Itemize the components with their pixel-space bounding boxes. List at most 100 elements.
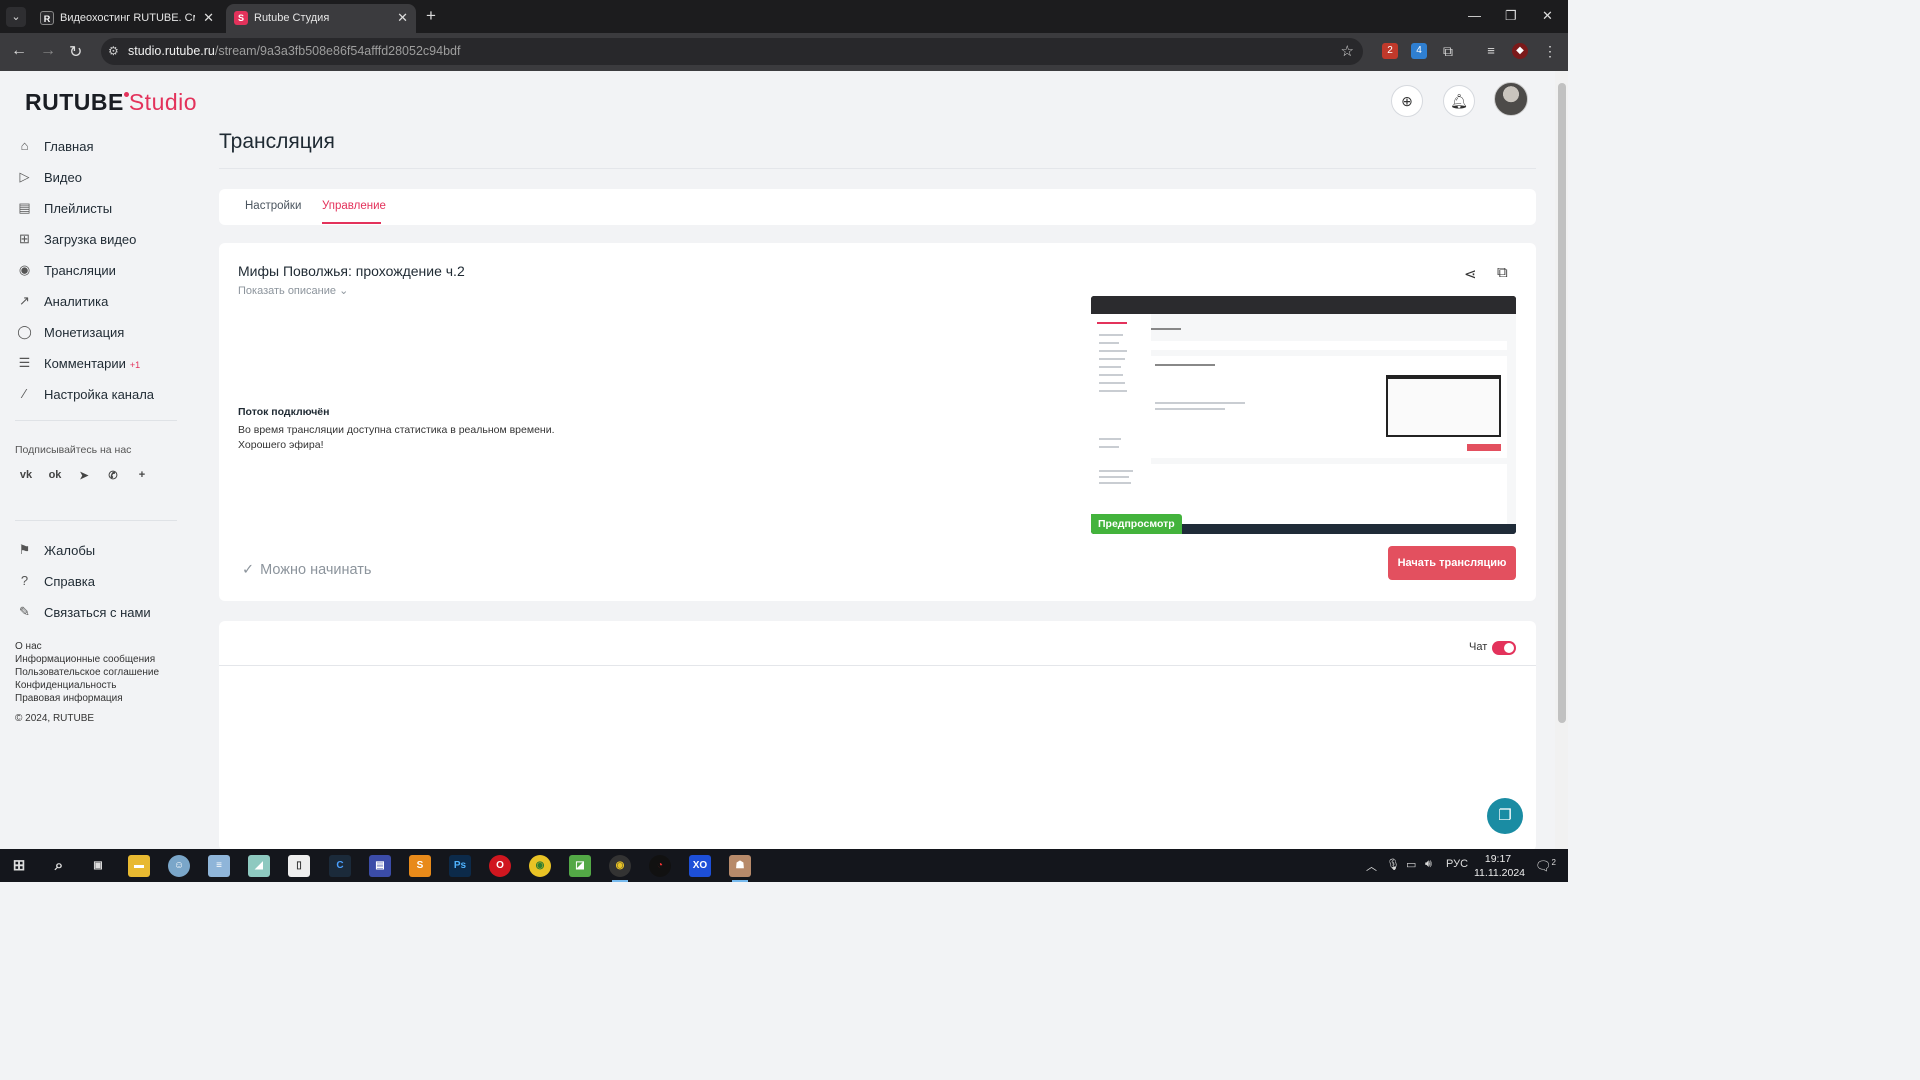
sidebar-item-monetization[interactable]: ◯ Монетизация [16,323,181,343]
obs-icon[interactable]: ◔ [649,855,671,877]
reload-icon[interactable]: ↻ [69,42,82,62]
notification-center-icon[interactable]: 🗨︎2 [1535,858,1556,874]
windows-taskbar: ⊞ ⌕ ▣ ▬ ☺ ≡ ◢ ▯ C ▤ S Ps O ◉ ◪ ◉ ◔ XO ☗ … [0,849,1568,882]
sidebar-item-complaints[interactable]: ⚑ Жалобы [16,541,181,561]
plus-icon[interactable]: + [131,469,153,485]
chat-bubbles-icon: ❐ [1498,807,1512,824]
url-text: studio.rutube.ru/stream/9a3a3fb508e86f54… [128,44,461,58]
browser-toolbar: ← → ↻ ⚙ studio.rutube.ru/stream/9a3a3fb5… [0,33,1568,71]
photoshop-icon[interactable]: Ps [449,855,471,877]
stream-title: Мифы Поволжья: прохождение ч.2 [238,263,465,279]
language-indicator[interactable]: РУС [1446,858,1468,870]
tab-search-button[interactable]: ⌄ [6,7,26,27]
tab-settings[interactable]: Настройки [245,200,301,212]
game-app-icon[interactable]: ☗ [729,855,751,882]
close-tab-icon[interactable]: ✕ [203,10,214,26]
tray-chevron-icon[interactable]: ︿ [1366,858,1377,874]
network-icon[interactable]: ▭ [1406,858,1416,871]
footer-link-info[interactable]: Информационные сообщения [15,654,155,665]
active-tab-underline [322,222,381,224]
studio-favicon-icon: S [234,11,248,25]
app-icon[interactable]: ◢ [248,855,270,877]
extension-icon[interactable]: 2 [1382,43,1398,59]
app-icon[interactable]: ◪ [569,855,591,877]
sidebar-item-playlists[interactable]: ▤ Плейлисты [16,199,181,219]
sidebar-item-analytics[interactable]: ↗ Аналитика [16,292,181,312]
sidebar-item-channel-settings[interactable]: ⁄ Настройка канала [16,385,181,405]
sublime-icon[interactable]: S [409,855,431,877]
sidebar-item-comments[interactable]: ☰ Комментарии +1 [16,354,181,374]
sidebar-item-broadcasts[interactable]: ◉ Трансляции [16,261,181,281]
sidebar-divider [15,420,177,421]
opera-icon[interactable]: O [489,855,511,877]
back-icon[interactable]: ← [11,42,27,60]
vk-icon[interactable]: vk [15,469,37,485]
close-window-icon[interactable]: ✕ [1542,8,1553,24]
system-clock[interactable]: 19:17 11.11.2024 [1474,852,1525,880]
chat-toggle[interactable] [1492,641,1516,655]
sidebar-item-video[interactable]: ▷ Видео [16,168,181,188]
profile-icon[interactable]: ◆ [1512,43,1528,59]
windows-start-icon[interactable]: ⊞ [8,855,30,877]
bookmark-star-icon[interactable]: ☆ [1341,42,1354,60]
new-tab-icon[interactable]: + [426,6,436,26]
footer-link-legal[interactable]: Правовая информация [15,693,123,704]
document-icon[interactable]: ▯ [288,855,310,877]
toggle-knob [1504,643,1514,653]
upload-icon: ⊞ [19,231,30,246]
restore-icon[interactable]: ❐ [1505,8,1517,24]
rutube-studio-logo[interactable]: RUTUBE Studio [25,89,197,116]
extensions-puzzle-icon[interactable]: ⧉ [1440,43,1456,59]
sidebar-item-upload[interactable]: ⊞ Загрузка видео [16,230,181,250]
browser-tab-rutube[interactable]: R Видеохостинг RUTUBE. Смотр ✕ [32,4,222,33]
chrome-icon[interactable]: ◉ [529,855,551,877]
avatar[interactable] [1494,82,1528,116]
analytics-icon: ↗ [19,293,30,308]
external-link-icon[interactable]: ⧉ [1497,264,1508,281]
preview-badge: Предпросмотр [1091,514,1182,534]
create-button[interactable]: ⊕ [1391,85,1423,117]
forward-icon[interactable]: → [40,42,56,60]
minimize-icon[interactable]: — [1468,8,1481,23]
file-explorer-icon[interactable]: ▬ [128,855,150,877]
xbox-game-bar-icon[interactable]: XO [689,855,711,877]
chrome-active-icon[interactable]: ◉ [609,855,631,882]
telegram-icon[interactable]: ➤ [73,469,95,485]
show-description-toggle[interactable]: Показать описание ⌄ [238,284,348,297]
ok-icon[interactable]: ok [44,469,66,485]
monetization-icon: ◯ [17,324,32,339]
address-bar[interactable]: ⚙ studio.rutube.ru/stream/9a3a3fb508e86f… [101,38,1363,65]
browser-menu-icon[interactable]: ⋮ [1542,43,1558,59]
volume-icon[interactable]: 🔊︎ [1425,858,1432,871]
footer-link-terms[interactable]: Пользовательское соглашение [15,667,159,678]
chat-divider [219,665,1536,666]
close-tab-icon[interactable]: ✕ [397,10,408,26]
microphone-icon[interactable]: 🎙︎ [1386,858,1400,871]
share-icon[interactable]: ⋖ [1464,265,1477,283]
browser-tab-studio[interactable]: S Rutube Студия ✕ [226,4,416,33]
notifications-button[interactable]: 🔔︎ [1443,85,1475,117]
footer-link-privacy[interactable]: Конфиденциальность [15,680,116,691]
tabs-bar: Настройки Управление [219,189,1536,225]
sidebar-item-contact[interactable]: ✎ Связаться с нами [16,603,181,623]
app-icon[interactable]: ☺ [168,855,190,877]
site-info-icon[interactable]: ⚙ [108,44,119,58]
viber-icon[interactable]: ✆ [102,469,124,485]
save-icon[interactable]: ▤ [369,855,391,877]
task-view-icon[interactable]: ▣ [87,855,109,877]
page-scrollbar[interactable] [1555,71,1568,849]
scrollbar-thumb[interactable] [1558,83,1566,723]
notepad-icon[interactable]: ≡ [208,855,230,877]
media-control-icon[interactable]: ≡ [1483,43,1499,59]
sidebar-item-help[interactable]: ? Справка [16,572,181,592]
app-icon[interactable]: C [329,855,351,877]
search-icon[interactable]: ⌕ [48,855,70,877]
start-stream-button[interactable]: Начать трансляцию [1388,546,1516,580]
sidebar-item-home[interactable]: ⌂ Главная [16,137,181,157]
page-title: Трансляция [219,130,335,153]
tab-management[interactable]: Управление [322,200,386,212]
support-chat-button[interactable]: ❐ [1487,798,1523,834]
footer-link-about[interactable]: О нас [15,641,42,652]
extension-icon[interactable]: 4 [1411,43,1427,59]
stream-preview[interactable]: Предпросмотр [1091,296,1516,534]
